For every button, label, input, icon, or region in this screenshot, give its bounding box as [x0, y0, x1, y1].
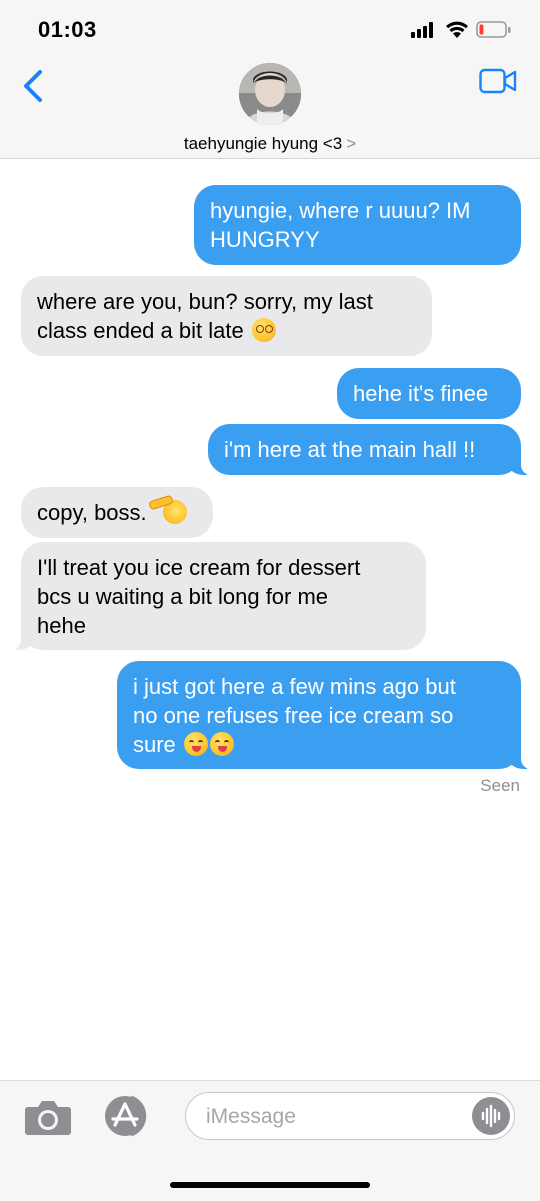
audio-waveform-icon: [481, 1104, 501, 1128]
message-line: no one refuses free ice cream so: [133, 703, 454, 728]
imessage-field: [185, 1092, 515, 1140]
message-line: hehe: [37, 613, 86, 638]
read-receipt: Seen: [480, 776, 520, 795]
app-store-icon: [105, 1095, 147, 1137]
message-received[interactable]: where are you, bun? sorry, my last class…: [21, 276, 432, 356]
message-received[interactable]: copy, boss.: [21, 487, 213, 538]
message-sent[interactable]: i just got here a few mins ago but no on…: [117, 661, 537, 769]
imessage-input[interactable]: [204, 1101, 448, 1133]
yum-face-emoji: [209, 732, 234, 756]
compose-bar: [0, 1080, 540, 1201]
message-line: hyungie, where r uuuu? IM: [210, 198, 471, 223]
dizzy-face-emoji: [251, 318, 276, 342]
message-line: i just got here a few mins ago but: [133, 674, 456, 699]
message-line: bcs u waiting a bit long for me: [37, 584, 329, 609]
camera-icon: [25, 1101, 71, 1135]
message-line: HUNGRYY: [210, 227, 320, 252]
message-line: hehe it's finee: [353, 381, 489, 406]
message-line: copy, boss.: [37, 500, 147, 525]
message-line: I'll treat you ice cream for dessert: [37, 555, 361, 580]
message-line: sure: [133, 732, 176, 757]
saluting-face-emoji: [147, 494, 187, 524]
message-sent[interactable]: hehe it's finee: [337, 368, 521, 419]
message-line: where are you, bun? sorry, my last: [37, 289, 373, 314]
message-sent[interactable]: hyungie, where r uuuu? IM HUNGRYY: [194, 185, 521, 265]
yum-face-emoji: [183, 732, 208, 756]
message-list: hyungie, where r uuuu? IM HUNGRYY where …: [0, 0, 540, 1080]
home-indicator[interactable]: [170, 1182, 370, 1188]
message-received[interactable]: I'll treat you ice cream for dessert bcs…: [5, 542, 426, 650]
message-line: class ended a bit late: [37, 318, 244, 343]
camera-button[interactable]: [24, 1098, 72, 1136]
app-store-button[interactable]: [101, 1095, 155, 1137]
message-sent[interactable]: i'm here at the main hall !!: [208, 424, 537, 475]
message-line: i'm here at the main hall !!: [224, 437, 476, 462]
audio-message-button[interactable]: [472, 1097, 510, 1135]
